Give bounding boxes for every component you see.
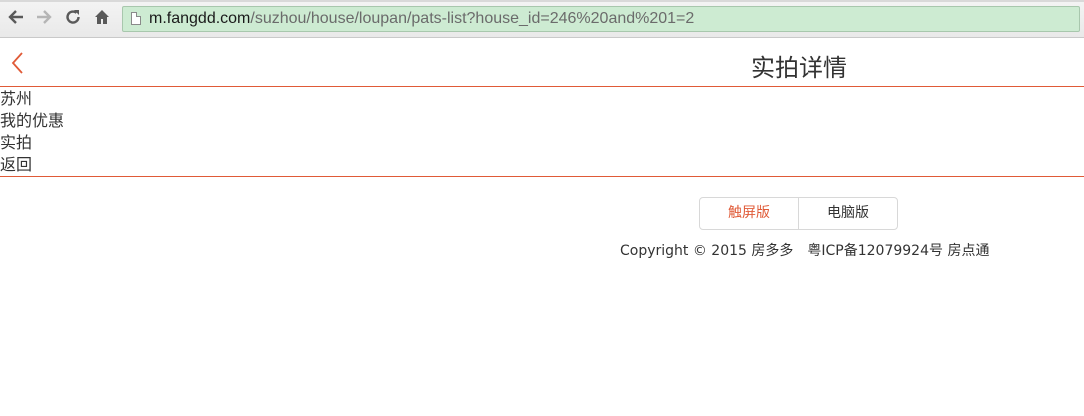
version-switch: 触屏版 电脑版 <box>699 197 898 230</box>
nav-item-back[interactable]: 返回 <box>0 154 1084 176</box>
url-text[interactable]: m.fangdd.com/suzhou/house/loupan/pats-li… <box>149 10 694 28</box>
reload-button[interactable] <box>63 8 83 28</box>
copyright-line: Copyright © 2015 房多多 粤ICP备12079924号 房点通 <box>620 240 989 260</box>
icp-text: 粤ICP备12079924号 房点通 <box>807 243 990 259</box>
nav-item-my-offers[interactable]: 我的优惠 <box>0 110 1084 132</box>
home-icon <box>95 10 109 24</box>
address-bar[interactable]: m.fangdd.com/suzhou/house/loupan/pats-li… <box>122 6 1080 32</box>
nav-list: 苏州 我的优惠 实拍 返回 <box>0 88 1084 177</box>
pc-version-button[interactable]: 电脑版 <box>799 198 897 229</box>
forward-button[interactable] <box>34 8 54 28</box>
nav-item-photos[interactable]: 实拍 <box>0 132 1084 154</box>
home-button[interactable] <box>92 8 112 28</box>
page-icon <box>131 12 141 25</box>
back-button[interactable] <box>6 8 26 28</box>
nav-item-city[interactable]: 苏州 <box>0 88 1084 110</box>
arrow-left-icon <box>8 10 23 24</box>
url-path: /suzhou/house/loupan/pats-list?house_id=… <box>250 10 695 27</box>
url-host: m.fangdd.com <box>149 10 251 27</box>
touch-version-button[interactable]: 触屏版 <box>700 198 799 229</box>
page-header: 实拍详情 <box>0 38 1084 87</box>
arrow-right-icon <box>37 10 52 24</box>
reload-icon <box>66 10 80 24</box>
copyright-text: Copyright © 2015 房多多 <box>620 243 794 259</box>
tab-strip <box>0 0 1084 2</box>
chevron-left-icon[interactable] <box>8 50 30 76</box>
browser-toolbar: m.fangdd.com/suzhou/house/loupan/pats-li… <box>0 0 1084 38</box>
page-title: 实拍详情 <box>751 54 847 82</box>
